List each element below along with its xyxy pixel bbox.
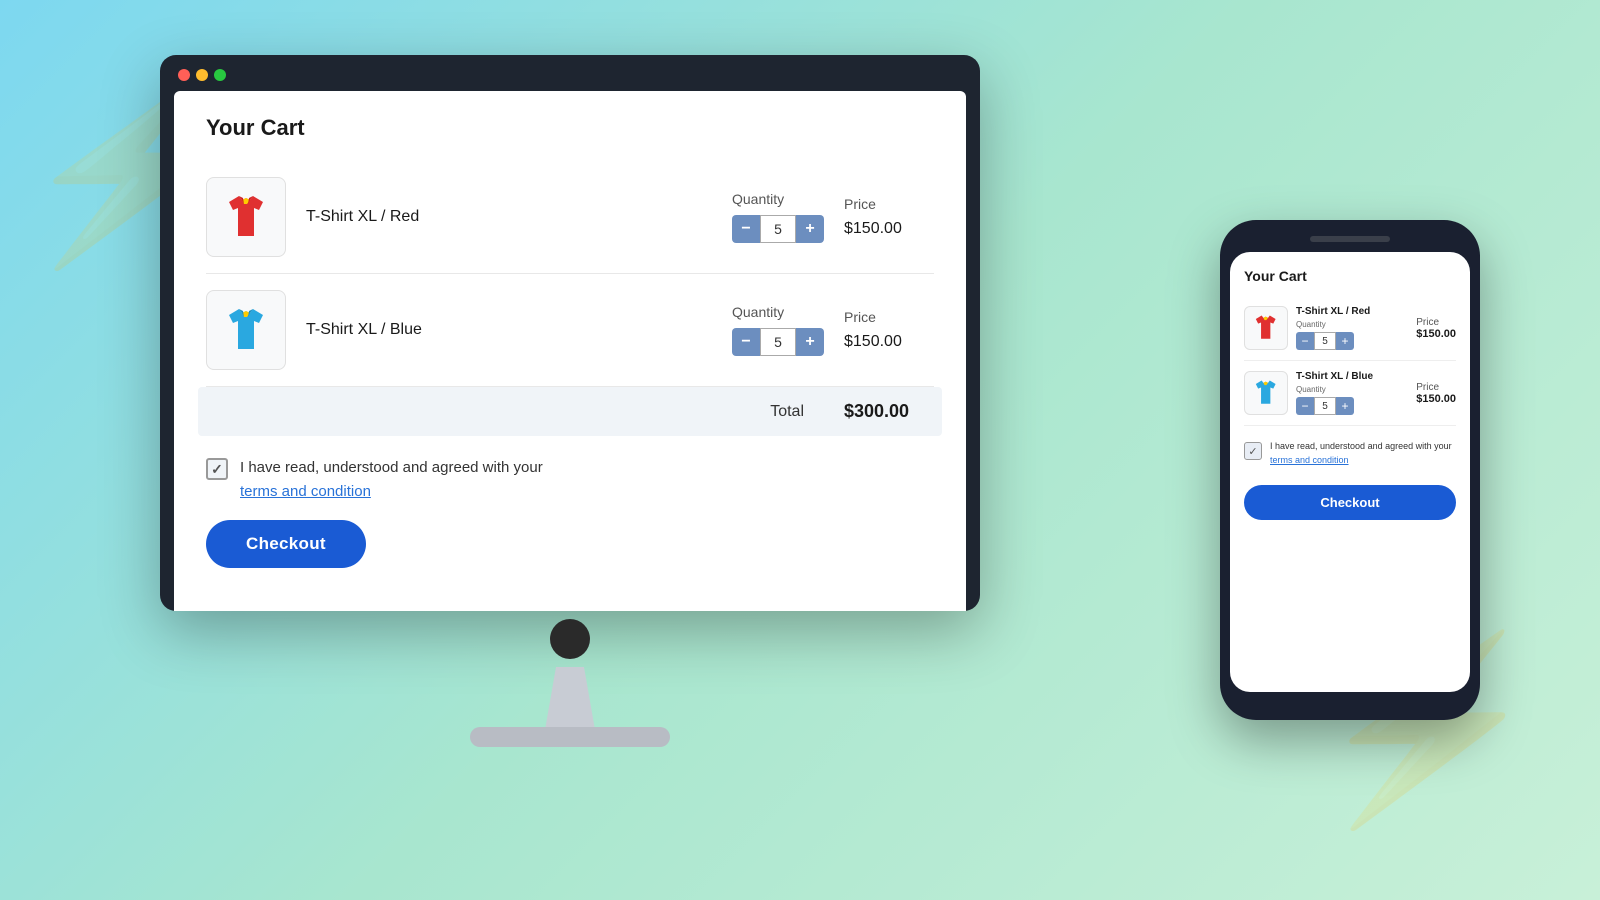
- mobile-qty-control-2: − 5 +: [1296, 397, 1408, 415]
- item-name-2: T-Shirt XL / Blue: [306, 321, 712, 339]
- table-row: T-Shirt XL / Red Quantity − 5 + Price $1…: [206, 161, 934, 274]
- checkout-button[interactable]: Checkout: [206, 520, 366, 568]
- qty-minus-button-2[interactable]: −: [732, 328, 760, 356]
- window-dot-yellow: [196, 69, 208, 81]
- qty-minus-button-1[interactable]: −: [732, 215, 760, 243]
- mobile-qty-control-1: − 5 +: [1296, 332, 1408, 350]
- mobile-cart-title: Your Cart: [1244, 268, 1456, 284]
- qty-control-1: − 5 +: [732, 215, 824, 243]
- monitor-stand-neck: [535, 667, 605, 727]
- mobile-terms-text: I have read, understood and agreed with …: [1270, 440, 1456, 467]
- mobile-qty-minus-1[interactable]: −: [1296, 332, 1314, 350]
- mobile-price-label-2: Price: [1416, 382, 1456, 393]
- mobile-terms-prefix: I have read, understood and agreed with …: [1270, 441, 1452, 451]
- mobile-qty-value-1: 5: [1314, 332, 1336, 350]
- terms-text: I have read, understood and agreed with …: [240, 456, 543, 504]
- tshirt-red-icon: [219, 190, 274, 245]
- mobile-item-name-2: T-Shirt XL / Blue: [1296, 371, 1408, 382]
- mobile-check-icon: ✓: [1248, 445, 1257, 458]
- phone-notch: [1310, 236, 1390, 242]
- item-price-group-1: Price $150.00: [844, 196, 934, 238]
- mobile-qty-label-1: Quantity: [1296, 320, 1408, 329]
- item-image-blue: [206, 290, 286, 370]
- monitor-camera: [550, 619, 590, 659]
- item-price-group-2: Price $150.00: [844, 309, 934, 351]
- total-row: Total $300.00: [198, 387, 942, 436]
- mobile-qty-label-2: Quantity: [1296, 385, 1408, 394]
- mobile-qty-value-2: 5: [1314, 397, 1336, 415]
- mobile-price-group-1: Price $150.00: [1416, 317, 1456, 340]
- mobile-tshirt-blue-icon: [1250, 377, 1282, 409]
- qty-control-2: − 5 +: [732, 328, 824, 356]
- mobile-price-value-1: $150.00: [1416, 328, 1456, 340]
- qty-label-2: Quantity: [732, 304, 784, 320]
- terms-and-condition-link[interactable]: terms and condition: [240, 483, 371, 500]
- mobile-qty-plus-2[interactable]: +: [1336, 397, 1354, 415]
- mobile-qty-plus-1[interactable]: +: [1336, 332, 1354, 350]
- mobile-checkout-button[interactable]: Checkout: [1244, 485, 1456, 520]
- item-image-red: [206, 177, 286, 257]
- price-label-1: Price: [844, 196, 876, 212]
- mobile-price-group-2: Price $150.00: [1416, 382, 1456, 405]
- monitor-frame: Your Cart T-Shirt XL / Red Quantity −: [160, 55, 980, 611]
- mobile-item-image-red: [1244, 306, 1288, 350]
- mobile-price-value-2: $150.00: [1416, 393, 1456, 405]
- price-value-2: $150.00: [844, 333, 902, 351]
- window-dot-green: [214, 69, 226, 81]
- mobile-price-label-1: Price: [1416, 317, 1456, 328]
- mobile-table-row: T-Shirt XL / Red Quantity − 5 + Price $1…: [1244, 296, 1456, 361]
- mobile-item-image-blue: [1244, 371, 1288, 415]
- tshirt-blue-icon: [219, 303, 274, 358]
- mobile-terms-checkbox[interactable]: ✓: [1244, 442, 1262, 460]
- total-value: $300.00: [844, 401, 934, 422]
- mobile-item-details-1: T-Shirt XL / Red Quantity − 5 +: [1296, 306, 1408, 350]
- phone-screen: Your Cart T-Shirt XL / Red Quantity − 5 …: [1230, 252, 1470, 692]
- phone-frame: Your Cart T-Shirt XL / Red Quantity − 5 …: [1220, 220, 1480, 720]
- mobile-terms-row: ✓ I have read, understood and agreed wit…: [1244, 440, 1456, 467]
- desktop-mockup: Your Cart T-Shirt XL / Red Quantity −: [160, 55, 980, 747]
- mobile-qty-minus-2[interactable]: −: [1296, 397, 1314, 415]
- item-quantity-group-1: Quantity − 5 +: [732, 191, 824, 243]
- window-dot-red: [178, 69, 190, 81]
- mobile-mockup: Your Cart T-Shirt XL / Red Quantity − 5 …: [1220, 220, 1480, 720]
- monitor-screen: Your Cart T-Shirt XL / Red Quantity −: [174, 91, 966, 611]
- total-label: Total: [770, 403, 804, 421]
- item-quantity-group-2: Quantity − 5 +: [732, 304, 824, 356]
- item-name-1: T-Shirt XL / Red: [306, 208, 712, 226]
- window-titlebar: [174, 69, 966, 81]
- mobile-item-name-1: T-Shirt XL / Red: [1296, 306, 1408, 317]
- terms-prefix: I have read, understood and agreed with …: [240, 459, 543, 476]
- monitor-stand-base: [470, 727, 670, 747]
- terms-row: ✓ I have read, understood and agreed wit…: [206, 456, 934, 504]
- mobile-table-row: T-Shirt XL / Blue Quantity − 5 + Price $…: [1244, 361, 1456, 426]
- mobile-item-details-2: T-Shirt XL / Blue Quantity − 5 +: [1296, 371, 1408, 415]
- qty-label-1: Quantity: [732, 191, 784, 207]
- cart-title: Your Cart: [206, 115, 934, 141]
- qty-plus-button-2[interactable]: +: [796, 328, 824, 356]
- mobile-terms-link[interactable]: terms and condition: [1270, 455, 1349, 465]
- qty-value-1: 5: [760, 215, 796, 243]
- qty-value-2: 5: [760, 328, 796, 356]
- terms-checkbox[interactable]: ✓: [206, 458, 228, 480]
- price-value-1: $150.00: [844, 220, 902, 238]
- table-row: T-Shirt XL / Blue Quantity − 5 + Price $…: [206, 274, 934, 387]
- qty-plus-button-1[interactable]: +: [796, 215, 824, 243]
- check-icon: ✓: [211, 461, 223, 478]
- mobile-tshirt-red-icon: [1250, 312, 1282, 344]
- price-label-2: Price: [844, 309, 876, 325]
